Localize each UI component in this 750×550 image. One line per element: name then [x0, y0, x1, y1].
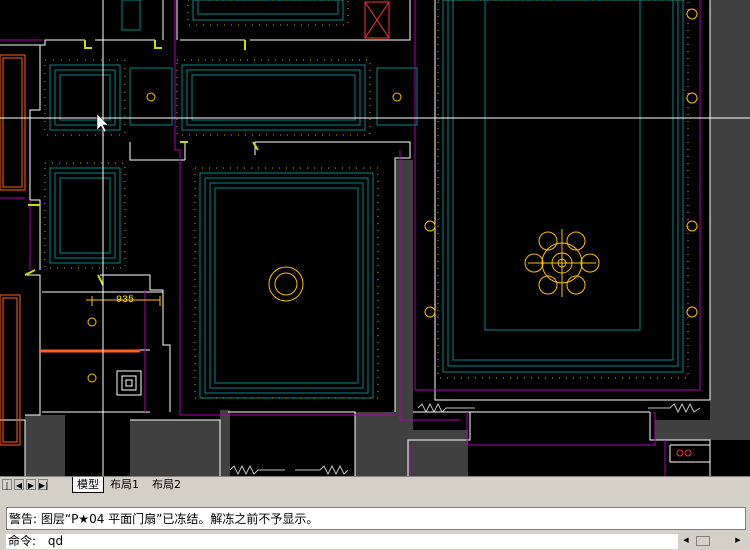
last-tab-icon[interactable]: ▶|: [38, 479, 48, 490]
command-scrollbar[interactable]: ◀ ▶: [678, 534, 746, 548]
horizontal-scrollbar[interactable]: [190, 479, 750, 491]
scroll-thumb[interactable]: [696, 536, 710, 546]
tab-model[interactable]: 模型: [72, 477, 104, 493]
command-window: 警告: 图层“P★04 平面门扇”已冻结。解冻之前不予显示。 命令: qd ◀ …: [0, 493, 750, 550]
crosshair-cursor: [0, 0, 750, 476]
prev-tab-icon[interactable]: ◀: [14, 479, 24, 490]
vent-fixture: [116, 370, 142, 396]
command-line[interactable]: 命令: qd: [6, 534, 678, 549]
magenta-lines: [0, 0, 701, 476]
left-hatch: [0, 54, 140, 446]
wall-fills: [25, 0, 750, 476]
drawing-canvas[interactable]: 935: [0, 0, 750, 476]
first-tab-icon[interactable]: |◀: [2, 479, 12, 501]
wall-lines: [0, 0, 711, 476]
scroll-right-icon[interactable]: ▶: [732, 534, 744, 546]
tab-layout2[interactable]: 布局2: [148, 477, 185, 492]
dimension-label: 935: [116, 295, 134, 306]
tab-layout1[interactable]: 布局1: [106, 477, 143, 492]
command-history: 警告: 图层“P★04 平面门扇”已冻结。解冻之前不予显示。: [6, 507, 746, 530]
yellow-dotted-borders: [44, 0, 689, 399]
next-tab-icon[interactable]: ▶: [26, 479, 36, 490]
layout-tab-bar: |◀ ◀ ▶ ▶| 模型 布局1 布局2: [0, 476, 750, 501]
yellow-fixtures: [86, 8, 698, 383]
cad-drawing: 935: [0, 0, 750, 476]
command-input[interactable]: qd: [48, 534, 63, 548]
command-prompt: 命令:: [8, 534, 37, 548]
scroll-left-icon[interactable]: ◀: [680, 534, 692, 546]
red-box: [364, 1, 692, 457]
